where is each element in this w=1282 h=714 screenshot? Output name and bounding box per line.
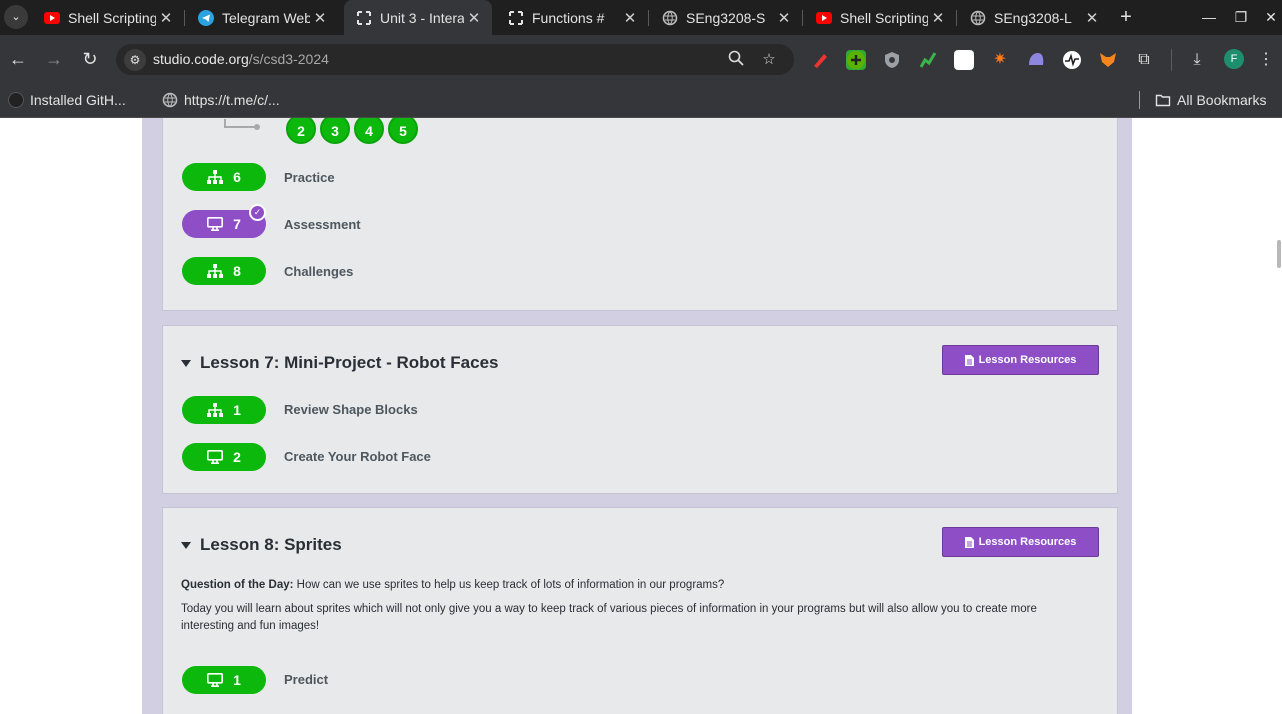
youtube-icon — [44, 10, 60, 26]
file-icon — [964, 536, 974, 548]
caret-down-icon — [181, 359, 191, 367]
fox-extension-icon[interactable] — [1098, 50, 1118, 70]
sitemap-icon — [207, 403, 224, 417]
tab-telegram[interactable]: Telegram Web ✕ — [186, 0, 338, 35]
desktop-icon — [207, 673, 224, 687]
sublevel-bubble[interactable]: 3 — [320, 118, 350, 144]
tab-functions[interactable]: Functions # ✕ — [496, 0, 648, 35]
desktop-icon — [207, 217, 224, 231]
ghost-extension-icon[interactable] — [1026, 50, 1046, 70]
level-label[interactable]: Assessment — [284, 217, 361, 232]
globe-icon — [970, 10, 986, 26]
lesson-resources-button[interactable]: Lesson Resources — [942, 527, 1099, 557]
sitemap-icon — [207, 264, 224, 278]
lesson-title[interactable]: Lesson 8: Sprites — [181, 535, 342, 555]
maximize-button[interactable]: ❐ — [1225, 0, 1257, 35]
level-bubble-review[interactable]: 1 — [182, 396, 266, 424]
code-org-icon — [508, 10, 524, 26]
tab-strip: ⌄ Shell Scripting ✕ Telegram Web ✕ Unit … — [0, 0, 1282, 35]
level-label[interactable]: Create Your Robot Face — [284, 449, 431, 464]
level-bubble-challenges[interactable]: 8 — [182, 257, 266, 285]
close-icon[interactable]: ✕ — [1082, 9, 1102, 27]
level-bubble-create[interactable]: 2 — [182, 443, 266, 471]
close-icon[interactable]: ✕ — [310, 9, 330, 27]
browser-toolbar: ← → ↻ ⚙ studio.code.org/s/csd3-2024 ☆ ✷ … — [0, 35, 1282, 83]
file-icon — [964, 354, 974, 366]
bookmarks-bar: Installed GitH... https://t.me/c/... All… — [0, 83, 1282, 118]
new-tab-button[interactable]: + — [1114, 3, 1138, 31]
level-bubble-practice[interactable]: 6 — [182, 163, 266, 191]
level-label[interactable]: Practice — [284, 170, 335, 185]
globe-icon — [662, 10, 678, 26]
close-icon[interactable]: ✕ — [620, 9, 640, 27]
lesson-7-card: Lesson 7: Mini-Project - Robot Faces Les… — [162, 325, 1118, 494]
site-info-icon[interactable]: ⚙ — [124, 49, 146, 71]
desktop-icon — [207, 450, 224, 464]
close-icon[interactable]: ✕ — [928, 9, 948, 27]
sitemap-icon — [207, 170, 224, 184]
tab-seng3208-l[interactable]: SEng3208-L ✕ — [958, 0, 1110, 35]
github-icon — [8, 92, 24, 108]
lesson-resources-button[interactable]: Lesson Resources — [942, 345, 1099, 375]
close-icon[interactable]: ✕ — [774, 9, 794, 27]
close-icon[interactable]: ✕ — [464, 9, 484, 27]
lesson-6-card: 2 3 4 5 6 Practice 7 ✓ Assessment 8 Chal… — [162, 118, 1118, 311]
globe-icon — [162, 92, 178, 108]
level-label[interactable]: Challenges — [284, 264, 353, 279]
youtube-icon — [816, 10, 832, 26]
bookmark-telegram[interactable]: https://t.me/c/... — [162, 88, 280, 112]
tab-unit-3[interactable]: Unit 3 - Interactive ✕ — [344, 0, 492, 35]
tab-search-button[interactable]: ⌄ — [4, 5, 28, 29]
tab-seng3208-s[interactable]: SEng3208-S ✕ — [650, 0, 802, 35]
box-extension-icon[interactable] — [954, 50, 974, 70]
sublevel-bubble[interactable]: 5 — [388, 118, 418, 144]
tab-shell-scripting-2[interactable]: Shell Scripting ✕ — [804, 0, 956, 35]
level-label[interactable]: Review Shape Blocks — [284, 402, 418, 417]
window-close-button[interactable]: ✕ — [1255, 0, 1282, 35]
sublevel-bubble[interactable]: 4 — [354, 118, 384, 144]
code-org-icon — [356, 10, 372, 26]
reload-button[interactable]: ↻ — [78, 47, 102, 71]
level-label[interactable]: Predict — [284, 672, 328, 687]
menu-icon[interactable]: ⋮ — [1256, 50, 1276, 70]
all-bookmarks-button[interactable]: All Bookmarks — [1155, 88, 1266, 112]
profile-avatar[interactable]: F — [1224, 49, 1244, 69]
level-bubble-predict[interactable]: 1 — [182, 666, 266, 694]
folder-icon — [1155, 92, 1171, 108]
lesson-title[interactable]: Lesson 7: Mini-Project - Robot Faces — [181, 353, 499, 373]
sublevel-bubble[interactable]: 2 — [286, 118, 316, 144]
pulse-extension-icon[interactable] — [1062, 50, 1082, 70]
shield-extension-icon[interactable] — [882, 50, 902, 70]
address-bar[interactable]: ⚙ studio.code.org/s/csd3-2024 ☆ — [116, 44, 794, 75]
scrollbar-thumb[interactable] — [1277, 240, 1281, 268]
minimize-button[interactable]: — — [1193, 0, 1225, 35]
plus-extension-icon[interactable] — [846, 50, 866, 70]
zoom-icon[interactable] — [726, 50, 746, 70]
chart-extension-icon[interactable] — [918, 50, 938, 70]
lesson-description: Today you will learn about sprites which… — [181, 603, 1037, 632]
url-text: studio.code.org/s/csd3-2024 — [153, 51, 329, 67]
puzzle-extensions-icon[interactable]: ⧉ — [1134, 50, 1154, 70]
back-button[interactable]: ← — [6, 47, 30, 71]
telegram-icon — [198, 9, 214, 26]
pen-extension-icon[interactable] — [810, 50, 830, 70]
completed-check-icon: ✓ — [249, 204, 266, 221]
bookmark-installed-github[interactable]: Installed GitH... — [8, 88, 126, 112]
close-icon[interactable]: ✕ — [156, 9, 176, 27]
spark-extension-icon[interactable]: ✷ — [990, 50, 1010, 70]
forward-button[interactable]: → — [42, 47, 66, 71]
sublevel-connector — [224, 119, 260, 130]
download-icon[interactable]: ⤓ — [1187, 50, 1207, 70]
question-of-the-day: Question of the Day: How can we use spri… — [181, 579, 725, 591]
tab-shell-scripting[interactable]: Shell Scripting ✕ — [32, 0, 184, 35]
caret-down-icon — [181, 541, 191, 549]
star-icon[interactable]: ☆ — [759, 50, 779, 70]
page-content: 2 3 4 5 6 Practice 7 ✓ Assessment 8 Chal… — [0, 118, 1282, 714]
lesson-8-card: Lesson 8: Sprites Lesson Resources Quest… — [162, 507, 1118, 714]
